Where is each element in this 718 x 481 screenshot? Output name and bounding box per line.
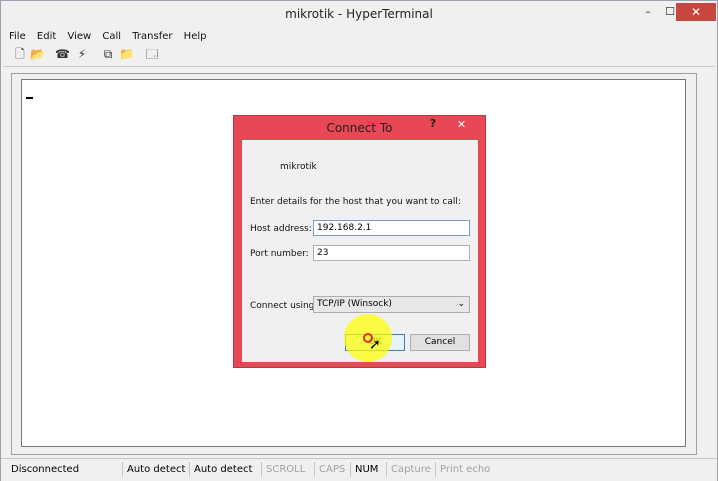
status-num: NUM	[350, 462, 386, 477]
status-connection: Disconnected	[11, 464, 80, 475]
dialog-prompt: Enter details for the host that you want…	[250, 197, 461, 207]
status-capture: Capture	[386, 462, 435, 477]
status-auto-detect-1: Auto detect	[122, 462, 190, 477]
status-caps: CAPS	[314, 462, 350, 477]
connect-using-select[interactable]: TCP/IP (Winsock) ⌄	[313, 296, 470, 313]
vertical-scrollbar[interactable]	[698, 73, 715, 455]
connect-using-value: TCP/IP (Winsock)	[317, 299, 392, 309]
host-address-input[interactable]: 192.168.2.1	[313, 220, 470, 236]
port-number-label: Port number:	[250, 249, 309, 259]
toolbar-divider	[3, 66, 715, 67]
receive-file-icon[interactable]: 📁	[119, 47, 134, 61]
new-connection-icon[interactable]: 🗋	[13, 47, 27, 61]
mouse-pointer-icon: ➚	[369, 337, 381, 353]
menu-file[interactable]: File	[5, 29, 30, 45]
port-number-input[interactable]: 23	[313, 245, 470, 261]
menu-transfer[interactable]: Transfer	[128, 29, 176, 45]
cancel-button[interactable]: Cancel	[410, 334, 470, 351]
text-cursor	[26, 97, 33, 99]
menu-view[interactable]: View	[63, 29, 95, 45]
status-print-echo: Print echo	[435, 462, 495, 477]
status-auto-detect-2: Auto detect	[189, 462, 261, 477]
send-file-icon[interactable]: ⧉	[101, 47, 115, 61]
close-button[interactable]: ✕	[676, 3, 716, 21]
status-bar: Disconnected Auto detect Auto detect SCR…	[1, 458, 717, 481]
connection-name: mikrotik	[280, 162, 317, 172]
help-button[interactable]: ?	[426, 117, 440, 133]
host-address-label: Host address:	[250, 224, 312, 234]
chevron-down-icon: ⌄	[457, 299, 465, 309]
status-scroll: SCROLL	[261, 462, 314, 477]
title-bar: mikrotik - HyperTerminal – ☐ ✕	[1, 1, 717, 29]
menu-bar: File Edit View Call Transfer Help	[5, 29, 210, 45]
dialog-close-button[interactable]: ✕	[444, 117, 479, 133]
call-icon[interactable]: ☎	[55, 47, 70, 61]
open-icon[interactable]: 📂	[30, 47, 45, 61]
disconnect-icon[interactable]: ⚡	[75, 47, 89, 61]
menu-help[interactable]: Help	[180, 29, 211, 45]
properties-icon[interactable]: 🗔	[145, 47, 159, 61]
connect-using-label: Connect using:	[250, 301, 318, 311]
window-title: mikrotik - HyperTerminal	[285, 7, 433, 21]
menu-call[interactable]: Call	[98, 29, 125, 45]
menu-edit[interactable]: Edit	[33, 29, 60, 45]
